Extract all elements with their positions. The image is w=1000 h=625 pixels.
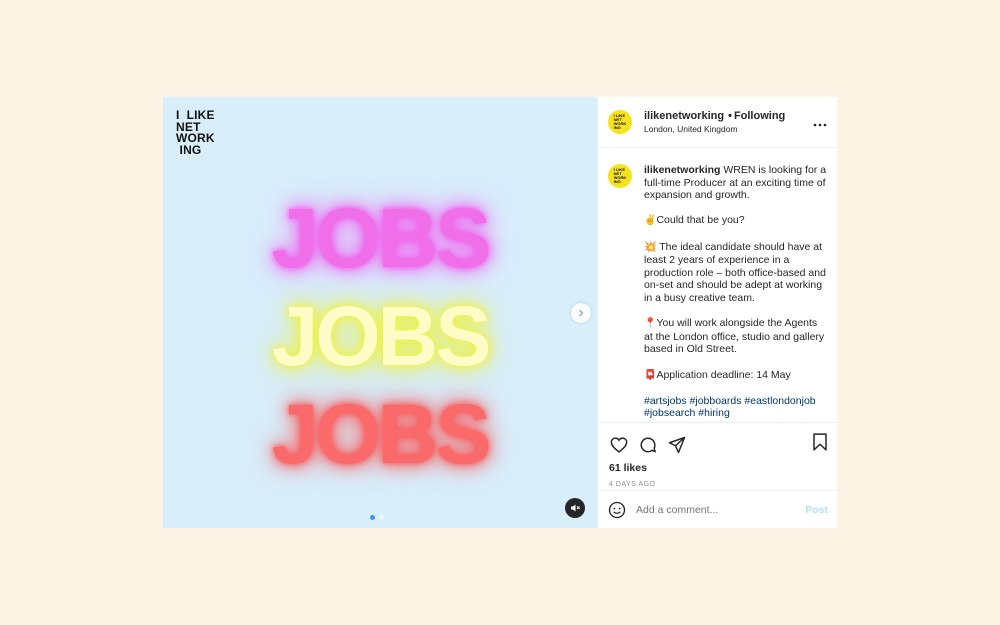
more-options-icon bbox=[813, 123, 827, 127]
victory-hand-emoji: ✌ bbox=[644, 215, 657, 227]
post-media[interactable]: I LIKE NET WORK ING JOBS JOBS JOBS bbox=[163, 97, 597, 528]
collision-emoji: 💥 bbox=[644, 241, 657, 253]
instagram-post: I LIKE NET WORK ING JOBS JOBS JOBS I LIK… bbox=[163, 97, 838, 528]
carousel-dot bbox=[379, 515, 384, 520]
avatar-logo: I LIKE NET WORK ING bbox=[613, 113, 627, 130]
caption-deadline: Application deadline: 14 May bbox=[656, 368, 791, 381]
carousel-dots bbox=[370, 515, 384, 520]
chevron-right-icon bbox=[579, 309, 584, 317]
header-username[interactable]: ilikenetworking bbox=[644, 110, 724, 122]
avatar-logo: I LIKE NET WORK ING bbox=[613, 167, 627, 184]
comment-button[interactable] bbox=[637, 434, 659, 456]
action-bar bbox=[598, 422, 837, 466]
pin-emoji: 📍 bbox=[644, 318, 657, 330]
caption-username[interactable]: ilikenetworking bbox=[644, 164, 720, 176]
caption-area: I LIKE NET WORK ING ilikenetworking WREN is… bbox=[598, 148, 837, 422]
share-button[interactable] bbox=[666, 434, 688, 456]
post-comment-button[interactable]: Post bbox=[805, 504, 828, 516]
caption-requirements: The ideal candidate should have at least… bbox=[644, 240, 826, 304]
share-icon bbox=[668, 436, 686, 453]
avatar[interactable]: I LIKE NET WORK ING bbox=[608, 110, 632, 134]
caption-text: ilikenetworking WREN is looking for a fu… bbox=[644, 164, 827, 422]
like-button[interactable] bbox=[608, 434, 630, 456]
caption-hashtags[interactable]: #artsjobs #jobboards #eastlondonjob #job… bbox=[644, 395, 827, 420]
post-timestamp[interactable]: 4 DAYS AGO bbox=[598, 481, 837, 488]
following-button[interactable]: Following bbox=[734, 110, 785, 122]
header-line: ilikenetworking • Following bbox=[644, 110, 813, 122]
brand-logo: I LIKE NET WORK ING bbox=[176, 108, 215, 157]
postbox-emoji: 📮 bbox=[644, 369, 657, 381]
jobs-word-yellow: JOBS bbox=[271, 289, 492, 383]
comment-bar: Post bbox=[598, 490, 838, 528]
header-separator: • bbox=[728, 110, 732, 122]
post-header: I LIKE NET WORK ING ilikenetworking • Followi… bbox=[598, 97, 837, 148]
more-options-button[interactable] bbox=[813, 117, 827, 127]
post-side-panel: I LIKE NET WORK ING ilikenetworking • Followi… bbox=[597, 97, 838, 528]
header-location[interactable]: London, United Kingdom bbox=[644, 124, 813, 134]
caption-question: Could that be you? bbox=[656, 214, 745, 227]
heart-icon bbox=[610, 436, 628, 453]
jobs-graphic: JOBS JOBS JOBS bbox=[163, 189, 597, 483]
caption-location-info: You will work alongside the Agents at th… bbox=[644, 317, 825, 356]
comment-input[interactable] bbox=[636, 503, 806, 516]
bookmark-icon bbox=[813, 433, 827, 451]
smiley-icon[interactable] bbox=[608, 501, 626, 519]
next-slide-button[interactable] bbox=[571, 303, 591, 323]
comment-icon bbox=[640, 436, 656, 452]
jobs-word-red: JOBS bbox=[271, 387, 492, 481]
carousel-dot-active bbox=[370, 515, 375, 520]
jobs-word-pink: JOBS bbox=[271, 191, 492, 285]
mute-button[interactable] bbox=[565, 498, 585, 518]
caption-avatar[interactable]: I LIKE NET WORK ING bbox=[608, 164, 632, 188]
save-button[interactable] bbox=[812, 433, 828, 456]
muted-speaker-icon bbox=[571, 504, 580, 512]
header-text: ilikenetworking • Following London, United… bbox=[644, 110, 813, 134]
